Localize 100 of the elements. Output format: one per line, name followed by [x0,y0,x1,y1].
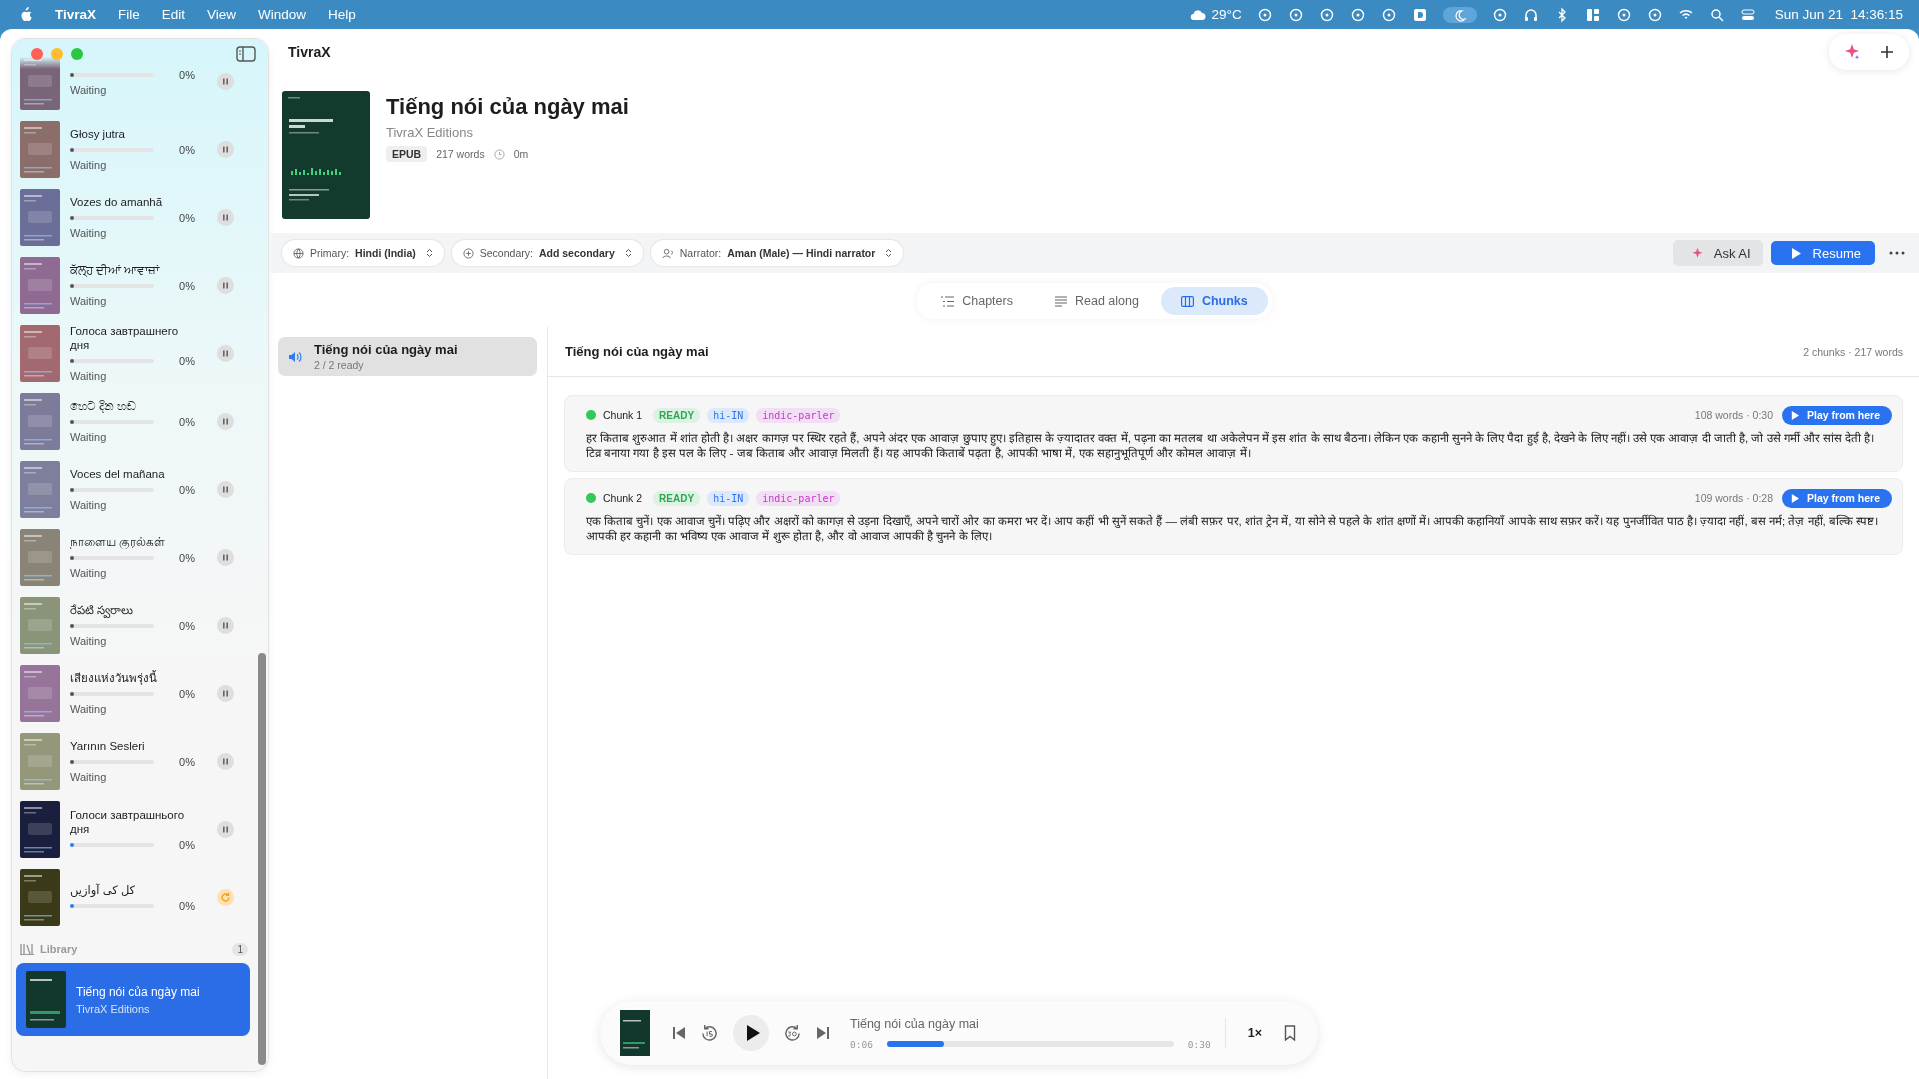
control-center-icon[interactable] [1739,6,1756,23]
language-selector[interactable]: Primary: Hindi (India) [282,240,444,266]
pause-button[interactable] [217,140,234,158]
sparkle-icon[interactable] [1843,43,1861,61]
queue-item[interactable]: Yarının Sesleri 0% Waiting [20,727,258,795]
bookmark-icon[interactable] [1284,1025,1296,1041]
play-button[interactable] [733,1015,769,1051]
language-selector[interactable]: Narrator: Aman (Male) — Hindi narrator [650,240,904,266]
percent-label: 0% [179,838,195,851]
pause-button[interactable] [217,752,234,770]
percent-label: 0% [179,620,195,632]
queue-item[interactable]: เสียงแห่งวันพรุ่งนี้ 0% Waiting [20,659,258,727]
resume-button[interactable]: Resume [1770,241,1875,265]
queue-item[interactable]: ਕੱਲ੍ਹ ਦੀਆਂ ਆਵਾਜ਼ਾਂ 0% Waiting [20,251,258,319]
pause-button[interactable] [217,480,234,498]
chevron-icon [885,248,893,258]
status-tag: READY [653,407,701,423]
retry-button[interactable] [217,888,234,906]
moon-icon[interactable] [1442,6,1477,23]
queue-item[interactable]: நாளைய குரல்கள் 0% Waiting [20,523,258,591]
cloud-icon[interactable] [1190,8,1207,21]
book-title: Голоса завтрашнего дня [70,324,180,352]
play-from-here-button[interactable]: Play from here [1782,488,1892,508]
pause-button[interactable] [217,276,234,294]
app-icon[interactable] [1411,6,1428,23]
progress-bar[interactable] [886,1041,1174,1047]
language-selector[interactable]: Secondary: Add secondary [451,240,643,266]
columns-icon [1180,295,1194,307]
percent-label: 0% [179,899,195,912]
plus-icon[interactable] [1879,44,1895,60]
percent-label: 0% [179,144,195,156]
queue-item[interactable]: Voces del mañana 0% Waiting [20,455,258,523]
pause-button[interactable] [217,616,234,634]
pause-button[interactable] [217,72,234,90]
total-time: 0:30 [1187,1038,1211,1050]
pause-button[interactable] [217,412,234,430]
status-label: Waiting [70,635,108,647]
queue-item[interactable]: Голоса завтрашнего дня 0% Waiting [20,319,258,387]
menu-item[interactable]: View [207,7,237,22]
menu-item[interactable]: Edit [161,7,186,22]
book-title: ਕੱਲ੍ਹ ਦੀਆਂ ਆਵਾਜ਼ਾਂ [70,263,161,277]
queue-item[interactable]: Głosy jutra 0% Waiting [20,115,258,183]
close-button[interactable] [31,48,43,60]
queue-item[interactable]: හෙට දින හඬ 0% Waiting [20,387,258,455]
globe-icon [293,247,304,259]
pause-button[interactable] [217,548,234,566]
headphones-icon[interactable] [1522,6,1539,23]
status-label: Waiting [70,431,108,443]
clock-icon [493,148,505,160]
book-title: நாளைய குரல்கள் [70,535,167,549]
speaker-icon [288,350,302,363]
apple-icon[interactable] [20,7,33,22]
queue-item[interactable]: రేపటి స్వరాలు 0% Waiting [20,591,258,659]
book-title: Voces del mañana [70,467,166,481]
queue-item[interactable]: Vozes do amanhã 0% Waiting [20,183,258,251]
pause-button[interactable] [217,208,234,226]
app-menu[interactable]: TivraX [55,7,97,22]
play-icon [1791,493,1800,503]
grid-icon[interactable] [1584,6,1601,23]
status-label: Waiting [70,703,108,715]
pause-button[interactable] [217,684,234,702]
percent-label: 0% [179,355,195,367]
track-title: Tiếng nói của ngày mai [850,1016,980,1031]
book-title: Yarının Sesleri [70,739,146,753]
book-title: හෙට දින හඬ [70,399,138,413]
chevron-icon [624,248,632,258]
more-icon[interactable] [1889,251,1905,255]
pause-button[interactable] [217,344,234,362]
rewind-15-icon[interactable] [700,1023,719,1043]
language-tag: hi-IN [707,407,750,423]
search-icon[interactable] [1708,6,1725,23]
zoom-button[interactable] [71,48,83,60]
pause-button[interactable] [217,820,234,838]
chunk-meta: 109 words · 0:28 [1694,492,1774,504]
view-tab[interactable]: Chunks [1160,287,1268,315]
queue-item[interactable]: 0% Waiting [20,47,258,115]
percent-label: 0% [179,212,195,224]
panel-title: Tiếng nói của ngày mai [565,344,709,359]
skip-back-icon[interactable] [672,1026,686,1040]
speed-button[interactable]: 1× [1224,1018,1262,1048]
menu-item[interactable]: Window [258,7,307,22]
sidebar-toggle-icon[interactable] [236,46,256,62]
play-from-here-button[interactable]: Play from here [1782,405,1892,425]
percent-label: 0% [179,756,195,768]
clock[interactable]: Sun Jun 21 14:36:15 [1774,7,1903,22]
menu-item[interactable]: Help [328,7,356,22]
library-item[interactable]: Tiếng nói của ngày mai TivraX Editions [16,963,250,1036]
view-tab[interactable]: Read along [1034,287,1159,315]
chapter-item[interactable]: Tiếng nói của ngày mai 2 / 2 ready [278,337,537,376]
chunk-name: Chunk 1 [603,409,643,421]
status-label: Waiting [70,499,108,511]
view-tab[interactable]: Chapters [921,287,1033,315]
book-title: రేపటి స్వరాలు [70,603,135,617]
queue-item[interactable]: Голоси завтрашнього дня 0% [20,795,258,863]
status-label: Waiting [70,771,108,783]
book-title: Голоси завтрашнього дня [70,807,186,836]
forward-30-icon[interactable] [783,1023,802,1043]
menu-item[interactable]: File [118,7,140,22]
ask-ai-button[interactable]: Ask AI [1672,240,1763,266]
skip-forward-icon[interactable] [816,1026,830,1040]
